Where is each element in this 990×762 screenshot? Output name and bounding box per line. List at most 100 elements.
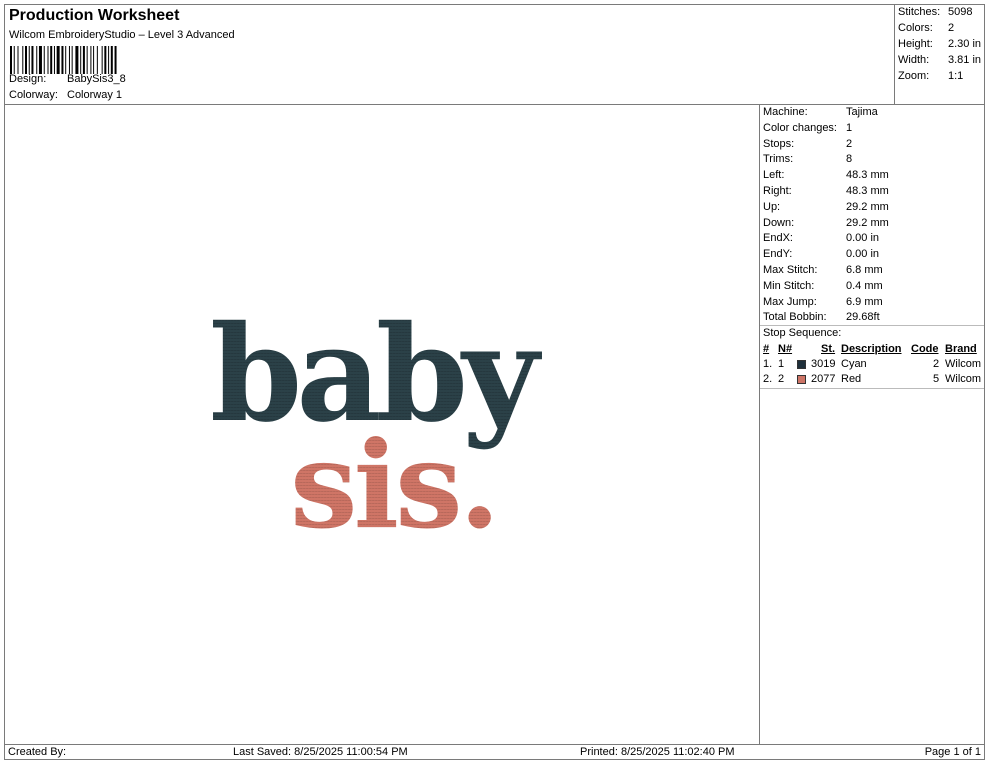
detail-label: Machine:: [763, 106, 808, 118]
detail-row: Left: 48.3 mm: [763, 169, 889, 181]
stop-sequence-title: Stop Sequence:: [763, 327, 842, 339]
col-description: Description: [841, 343, 902, 355]
row-description: Red: [841, 373, 862, 385]
col-num: #: [763, 343, 770, 355]
design-word-sis: sis.: [290, 415, 496, 535]
detail-label: Min Stitch:: [763, 279, 815, 292]
details-panel: Machine: Tajima Color changes: 1 Stops: 2 Trim…: [759, 104, 985, 745]
detail-label: Total Bobbin:: [763, 311, 827, 324]
detail-value: Tajima: [846, 106, 878, 118]
detail-value: 48.3 mm: [846, 185, 889, 197]
printed-date: Printed: 8/25/2025 11:02:40 PM: [580, 746, 735, 758]
detail-row: Up: 29.2 mm: [763, 201, 889, 213]
summary-label: Zoom:: [898, 70, 930, 82]
detail-value: 48.3 mm: [846, 169, 889, 182]
summary-row: Width: 3.81 in: [898, 54, 981, 66]
detail-value: 0.00 in: [846, 248, 880, 261]
detail-value: 0.4 mm: [846, 279, 883, 292]
detail-row: Right: 48.3 mm: [763, 185, 889, 197]
summary-row: Colors: 2: [898, 22, 954, 34]
colorway-row: Colorway: Colorway 1: [9, 89, 122, 101]
summary-panel: Stitches: 5098 Colors: 2 Height: 2.30 in Wi…: [894, 4, 985, 105]
row-num: 1.: [763, 358, 773, 370]
table-row: 1. 1 3019 Cyan 2 Wilcom: [760, 358, 984, 372]
detail-row: EndX: 0.00 in: [763, 232, 879, 244]
design-value: BabySis3_8: [67, 73, 126, 85]
row-code: 5: [933, 373, 940, 385]
detail-label: Max Jump:: [763, 295, 817, 308]
divider: [760, 325, 984, 326]
row-st: 2077: [811, 373, 836, 385]
detail-value: 1: [846, 121, 853, 134]
design-row: Design: BabySis3_8: [9, 73, 126, 85]
row-num: 2.: [763, 373, 773, 385]
detail-row: Machine: Tajima: [763, 106, 878, 118]
page-title: Production Worksheet: [9, 7, 180, 24]
detail-value: 6.8 mm: [846, 264, 883, 276]
footer: Created By: Last Saved: 8/25/2025 11:00:…: [4, 744, 985, 760]
summary-value: 1:1: [948, 70, 964, 82]
detail-row: EndY: 0.00 in: [763, 248, 879, 260]
detail-label: EndY:: [763, 248, 793, 261]
detail-label: Up:: [763, 200, 781, 213]
detail-value: 8: [846, 153, 853, 166]
summary-label: Colors:: [898, 22, 933, 34]
detail-row: Stops: 2: [763, 138, 852, 150]
design-preview: baby sis.: [210, 305, 548, 535]
detail-row: Max Jump: 6.9 mm: [763, 296, 883, 308]
detail-value: 29.2 mm: [846, 200, 889, 213]
detail-value: 29.68ft: [846, 311, 880, 324]
row-n: 2: [778, 373, 785, 385]
detail-value: 29.2 mm: [846, 216, 889, 229]
summary-value: 2.30 in: [948, 38, 982, 50]
detail-label: Color changes:: [763, 121, 837, 134]
color-swatch: [797, 360, 806, 369]
colorway-label: Colorway:: [9, 89, 58, 101]
col-code: Code: [911, 343, 939, 355]
design-canvas: baby sis.: [4, 104, 760, 745]
col-brand: Brand: [945, 343, 977, 355]
detail-value: 6.9 mm: [846, 295, 883, 308]
design-label: Design:: [9, 73, 47, 85]
detail-row: Color changes: 1: [763, 122, 852, 134]
page-number: Page 1 of 1: [924, 746, 981, 758]
divider: [760, 388, 984, 389]
detail-value: 2: [846, 137, 853, 150]
barcode-image: [10, 46, 117, 74]
summary-row: Zoom: 1:1: [898, 70, 963, 82]
summary-label: Width:: [898, 54, 930, 66]
stop-sequence-header: # N# St. Description Code Brand: [760, 343, 984, 357]
summary-value: 2: [948, 22, 955, 34]
summary-row: Height: 2.30 in: [898, 38, 981, 50]
created-by: Created By:: [8, 746, 67, 758]
detail-label: Max Stitch:: [763, 264, 818, 276]
col-n: N#: [778, 343, 793, 355]
row-code: 2: [933, 358, 940, 370]
detail-label: Stops:: [763, 137, 795, 150]
col-st: St.: [821, 343, 836, 355]
color-swatch: [797, 375, 806, 384]
detail-label: EndX:: [763, 232, 793, 245]
row-brand: Wilcom: [945, 358, 982, 370]
row-description: Cyan: [841, 358, 867, 370]
summary-label: Stitches:: [898, 6, 941, 18]
detail-row: Total Bobbin: 29.68ft: [763, 311, 880, 323]
summary-value: 5098: [948, 6, 973, 18]
summary-value: 3.81 in: [948, 54, 982, 66]
row-n: 1: [778, 358, 785, 370]
last-saved: Last Saved: 8/25/2025 11:00:54 PM: [233, 746, 408, 758]
detail-row: Min Stitch: 0.4 mm: [763, 280, 883, 292]
detail-label: Right:: [763, 185, 792, 197]
table-row: 2. 2 2077 Red 5 Wilcom: [760, 373, 984, 387]
summary-row: Stitches: 5098: [898, 6, 972, 18]
software-name: Wilcom EmbroideryStudio – Level 3 Advanc…: [9, 29, 235, 41]
detail-label: Left:: [763, 169, 785, 182]
worksheet-header: Production Worksheet Wilcom EmbroiderySt…: [4, 4, 895, 105]
detail-row: Down: 29.2 mm: [763, 217, 889, 229]
detail-label: Down:: [763, 216, 795, 229]
colorway-value: Colorway 1: [67, 89, 123, 101]
detail-row: Trims: 8: [763, 153, 852, 165]
summary-label: Height:: [898, 38, 933, 50]
row-brand: Wilcom: [945, 373, 982, 385]
row-st: 3019: [811, 358, 836, 370]
